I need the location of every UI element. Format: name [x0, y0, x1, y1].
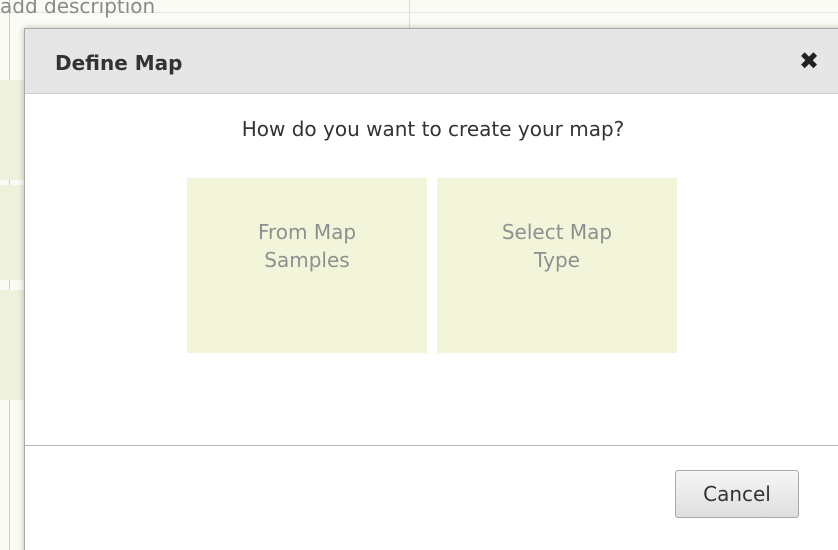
background-row [0, 290, 26, 400]
page: add description Define Map ✖ How do you … [0, 0, 838, 550]
dialog-footer-divider [25, 445, 838, 446]
define-map-dialog: Define Map ✖ How do you want to create y… [24, 28, 838, 550]
dialog-question: How do you want to create your map? [241, 117, 625, 141]
background-description-text: add description [0, 0, 156, 18]
option-label: Select Map Type [501, 219, 613, 272]
option-label: From Map Samples [257, 219, 357, 272]
from-map-samples-option[interactable]: From Map Samples [187, 178, 427, 353]
select-map-type-option[interactable]: Select Map Type [437, 178, 677, 353]
close-icon[interactable]: ✖ [795, 47, 823, 75]
background-row [0, 185, 26, 280]
dialog-header: Define Map ✖ [25, 29, 838, 94]
background-row [0, 80, 26, 180]
background-column-line [409, 0, 410, 30]
dialog-title: Define Map [55, 51, 183, 75]
cancel-button[interactable]: Cancel [675, 470, 799, 518]
